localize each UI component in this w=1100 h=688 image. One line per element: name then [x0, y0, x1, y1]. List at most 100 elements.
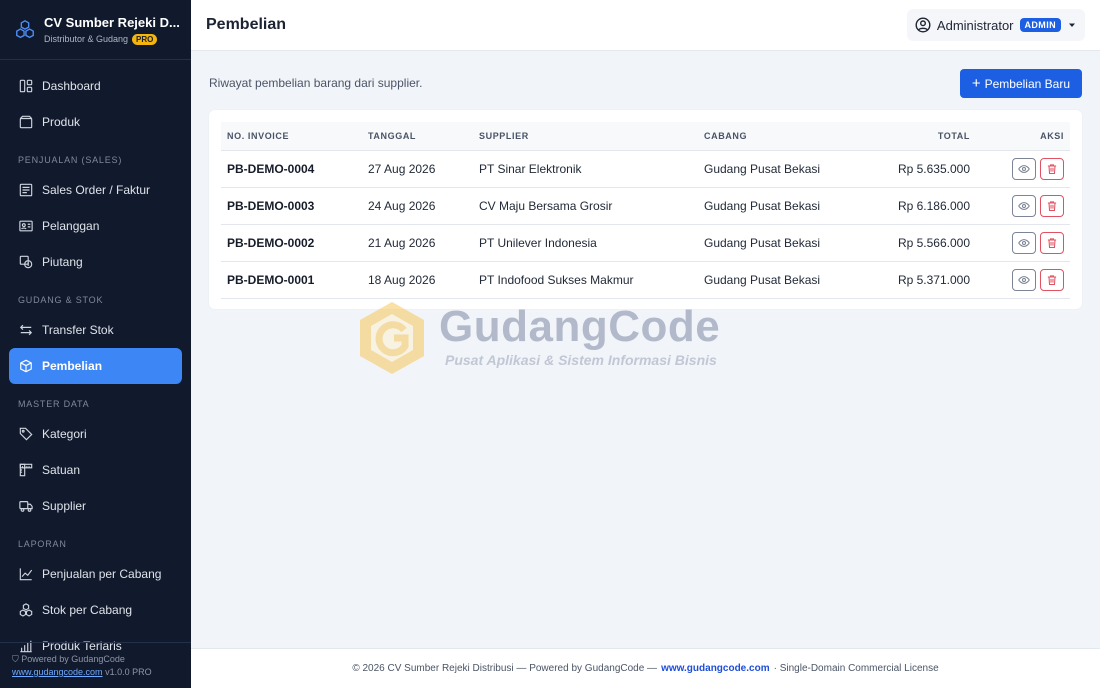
supplier-name: PT Unilever Indonesia: [473, 224, 698, 262]
column-header-invoice[interactable]: NO. INVOICE: [221, 122, 362, 151]
column-header-date[interactable]: TANGGAL: [362, 122, 473, 151]
invoice-number: PB-DEMO-0003: [221, 187, 362, 225]
sidebar-item-penjualan-cabang[interactable]: Penjualan per Cabang: [9, 556, 182, 592]
purchase-total: Rp 6.186.000: [848, 187, 976, 225]
column-header-supplier[interactable]: SUPPLIER: [473, 122, 698, 151]
page-title: Pembelian: [206, 16, 287, 33]
view-button[interactable]: [1012, 268, 1036, 291]
sidebar: CV Sumber Rejeki D... Distributor & Guda…: [0, 0, 191, 688]
page-subtitle: Riwayat pembelian barang dari supplier.: [209, 76, 423, 90]
column-header-branch[interactable]: CABANG: [698, 122, 848, 151]
topbar: Pembelian Administrator ADMIN: [191, 0, 1100, 51]
user-name: Administrator: [936, 17, 1014, 33]
gudangcode-link[interactable]: www.gudangcode.com: [12, 667, 103, 677]
trash-icon: [1047, 200, 1057, 211]
new-purchase-label: Pembelian Baru: [984, 76, 1070, 91]
invoice-number: PB-DEMO-0002: [221, 224, 362, 262]
sidebar-item-dashboard[interactable]: Dashboard: [9, 68, 182, 104]
view-button[interactable]: [1012, 157, 1036, 180]
swap-arrows-icon: [18, 322, 34, 338]
tag-icon: [18, 426, 34, 442]
purchase-total: Rp 5.635.000: [848, 150, 976, 188]
purchase-date: 24 Aug 2026: [362, 187, 473, 225]
sidebar-item-label: Supplier: [42, 499, 87, 513]
purchase-total: Rp 5.566.000: [848, 224, 976, 262]
user-menu[interactable]: Administrator ADMIN: [906, 9, 1085, 41]
branch-name: Gudang Pusat Bekasi: [698, 224, 848, 262]
sidebar-item-label: Penjualan per Cabang: [42, 567, 162, 581]
dashboard-icon: [18, 78, 34, 94]
invoice-number: PB-DEMO-0004: [221, 150, 362, 188]
nav-section-title: LAPORAN: [18, 539, 67, 549]
truck-icon: [18, 498, 34, 514]
sidebar-footer: ⛉ Powered by GudangCode www.gudangcode.c…: [0, 642, 191, 688]
boxes-icon: [18, 602, 34, 618]
sidebar-item-produk[interactable]: Produk: [9, 104, 182, 140]
supplier-name: CV Maju Bersama Grosir: [473, 187, 698, 225]
sidebar-item-label: Produk: [42, 115, 81, 129]
branch-name: Gudang Pusat Bekasi: [698, 261, 848, 299]
sidebar-item-pembelian[interactable]: Pembelian: [9, 348, 182, 384]
brand-title: CV Sumber Rejeki D...: [44, 14, 179, 30]
table-row[interactable]: PB-DEMO-0001 18 Aug 2026 PT Indofood Suk…: [221, 261, 1070, 299]
version-text: v1.0.0 PRO: [105, 667, 152, 677]
table-row[interactable]: PB-DEMO-0002 21 Aug 2026 PT Unilever Ind…: [221, 224, 1070, 262]
money-icon: [18, 254, 34, 270]
invoice-number: PB-DEMO-0001: [221, 261, 362, 299]
view-button[interactable]: [1012, 194, 1036, 217]
delete-button[interactable]: [1040, 231, 1064, 254]
caret-down-icon: [1069, 23, 1075, 27]
pro-badge: PRO: [132, 33, 158, 45]
purchase-date: 21 Aug 2026: [362, 224, 473, 262]
trash-icon: [1047, 274, 1057, 285]
row-actions: [976, 150, 1070, 188]
table-row[interactable]: PB-DEMO-0004 27 Aug 2026 PT Sinar Elektr…: [221, 150, 1070, 188]
document-icon: [18, 182, 34, 198]
sidebar-item-sales-order[interactable]: Sales Order / Faktur: [9, 172, 182, 208]
sidebar-item-satuan[interactable]: Satuan: [9, 452, 182, 488]
footer-link[interactable]: www.gudangcode.com: [661, 663, 770, 674]
column-header-total[interactable]: TOTAL: [848, 122, 976, 151]
row-actions: [976, 187, 1070, 225]
main-content: Riwayat pembelian barang dari supplier. …: [191, 51, 1100, 648]
brand[interactable]: CV Sumber Rejeki D... Distributor & Guda…: [0, 0, 191, 60]
cubes-logo-icon: [16, 19, 34, 38]
powered-by-row: ⛉ Powered by GudangCode: [12, 653, 179, 666]
eye-icon: [1018, 164, 1030, 173]
footer-license: · Single-Domain Commercial License: [773, 663, 939, 674]
purchase-table-card: NO. INVOICE TANGGAL SUPPLIER CABANG TOTA…: [209, 110, 1082, 309]
view-button[interactable]: [1012, 231, 1036, 254]
sidebar-item-label: Pelanggan: [42, 219, 100, 233]
sidebar-item-label: Piutang: [42, 255, 83, 269]
purchase-date: 27 Aug 2026: [362, 150, 473, 188]
sidebar-item-supplier[interactable]: Supplier: [9, 488, 182, 524]
delete-button[interactable]: [1040, 157, 1064, 180]
eye-icon: [1018, 238, 1030, 247]
new-purchase-button[interactable]: + Pembelian Baru: [959, 69, 1082, 98]
sidebar-item-piutang[interactable]: Piutang: [9, 244, 182, 280]
page-footer: © 2026 CV Sumber Rejeki Distribusi — Pow…: [191, 648, 1100, 688]
sidebar-item-stok-cabang[interactable]: Stok per Cabang: [9, 592, 182, 628]
sidebar-item-pelanggan[interactable]: Pelanggan: [9, 208, 182, 244]
sidebar-nav: Dashboard Produk PENJUALAN (SALES) Sales…: [0, 60, 191, 664]
delete-button[interactable]: [1040, 194, 1064, 217]
delete-button[interactable]: [1040, 268, 1064, 291]
supplier-name: PT Indofood Sukses Makmur: [473, 261, 698, 299]
table-row[interactable]: PB-DEMO-0003 24 Aug 2026 CV Maju Bersama…: [221, 187, 1070, 225]
row-actions: [976, 224, 1070, 262]
user-circle-icon: [915, 17, 931, 33]
sidebar-item-kategori[interactable]: Kategori: [9, 416, 182, 452]
line-chart-icon: [18, 566, 34, 582]
eye-icon: [1018, 201, 1030, 210]
nav-section-title: MASTER DATA: [18, 399, 90, 409]
sidebar-item-label: Kategori: [42, 427, 87, 441]
purchase-total: Rp 5.371.000: [848, 261, 976, 299]
sidebar-item-transfer-stok[interactable]: Transfer Stok: [9, 312, 182, 348]
box-icon: [18, 358, 34, 374]
brand-subtitle-row: Distributor & Gudang PRO: [44, 33, 179, 45]
sidebar-item-label: Satuan: [42, 463, 81, 477]
trash-icon: [1047, 237, 1057, 248]
nav-section-title: GUDANG & STOK: [18, 295, 104, 305]
table-header-row: NO. INVOICE TANGGAL SUPPLIER CABANG TOTA…: [221, 122, 1070, 151]
box-icon: [18, 114, 34, 130]
